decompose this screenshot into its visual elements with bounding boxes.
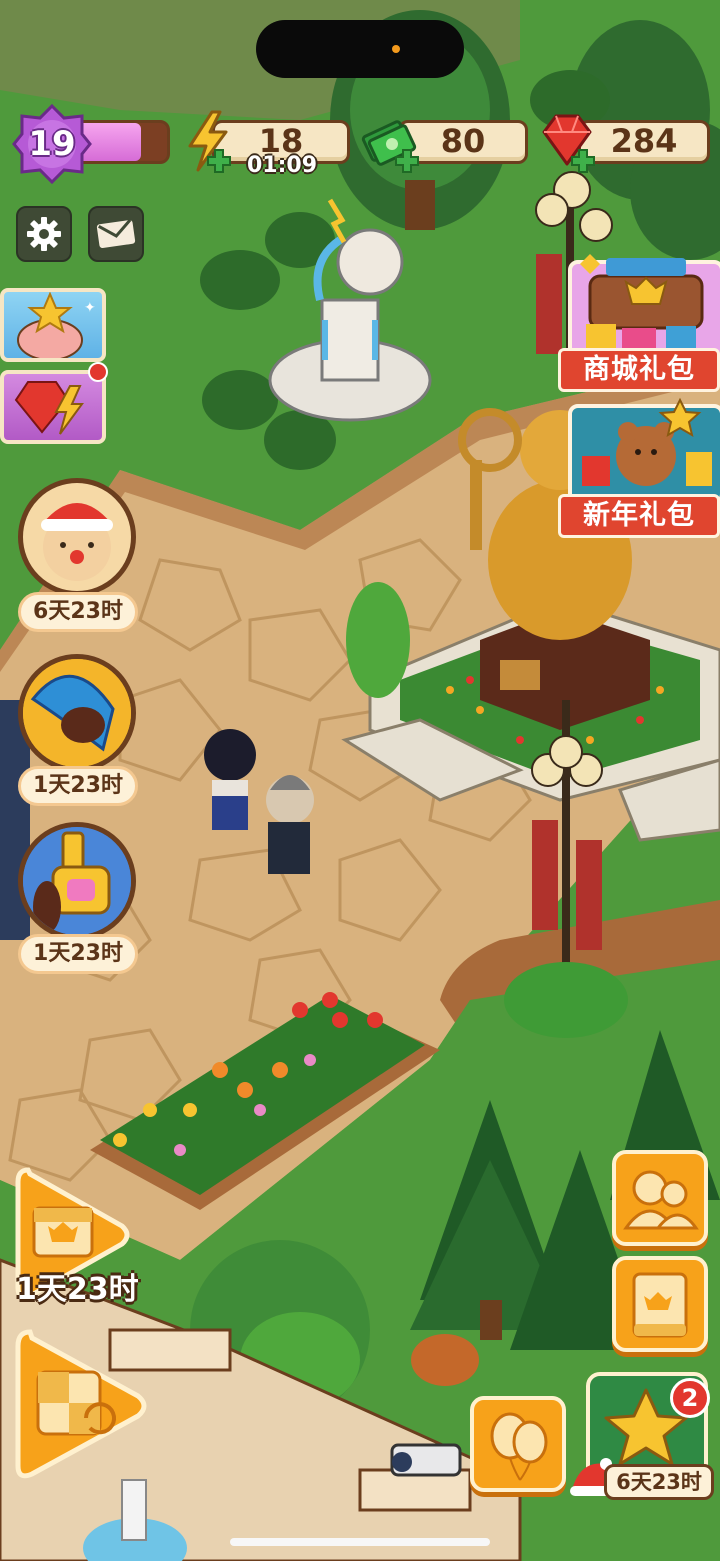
notification-dot (88, 362, 108, 382)
pig-star-event-icon: ✦ (17, 291, 96, 361)
pig-star-event-button[interactable]: ✦ (0, 288, 106, 362)
envelope-icon (96, 218, 136, 249)
key-event-icon (23, 827, 131, 935)
level-number: 19 (28, 124, 76, 164)
star-reward-timer: 6天23时 (604, 1464, 714, 1500)
shop-pack-label[interactable]: 商城礼包 (558, 348, 720, 392)
gem-lightning-event-button[interactable] (0, 370, 106, 444)
gems-value: 284 (610, 122, 678, 160)
camera-notch (256, 20, 464, 78)
gear-icon (27, 217, 61, 251)
energy-timer: 01:09 (246, 153, 318, 178)
puzzle-board-button[interactable] (14, 1322, 154, 1490)
friends-button[interactable] (612, 1150, 708, 1246)
calendar-event-timer: 1天23时 (16, 1272, 139, 1307)
balloon-button[interactable] (470, 1396, 566, 1492)
key-event-button[interactable] (18, 822, 136, 940)
mail-button[interactable] (88, 206, 144, 262)
settings-button[interactable] (16, 206, 72, 262)
balloon-icon (490, 1412, 548, 1481)
book-icon (632, 1272, 688, 1338)
star-reward-badge: 2 (670, 1378, 710, 1418)
add-cash-plus-icon[interactable] (394, 148, 420, 174)
reindeer-event-button[interactable] (18, 478, 136, 596)
puzzle-event-timer: 1天23时 (18, 766, 138, 806)
reindeer-event-timer: 6天23时 (18, 592, 138, 632)
key-event-timer: 1天23时 (18, 934, 138, 974)
gem-lightning-event-icon (14, 381, 84, 435)
calendar-icon (32, 1206, 94, 1258)
reindeer-event-icon (41, 503, 113, 581)
friends-icon (623, 1170, 699, 1230)
add-gems-plus-icon[interactable] (570, 148, 596, 174)
svg-text:✦: ✦ (84, 300, 96, 316)
puzzle-event-button[interactable] (18, 654, 136, 772)
book-button[interactable] (612, 1256, 708, 1352)
privacy-indicator (392, 45, 400, 53)
new-year-pack-label[interactable]: 新年礼包 (558, 494, 720, 538)
new-year-pack-icon (568, 397, 720, 504)
home-indicator[interactable] (230, 1538, 490, 1546)
add-energy-plus-icon[interactable] (206, 148, 232, 174)
puzzle-event-icon (23, 659, 131, 767)
